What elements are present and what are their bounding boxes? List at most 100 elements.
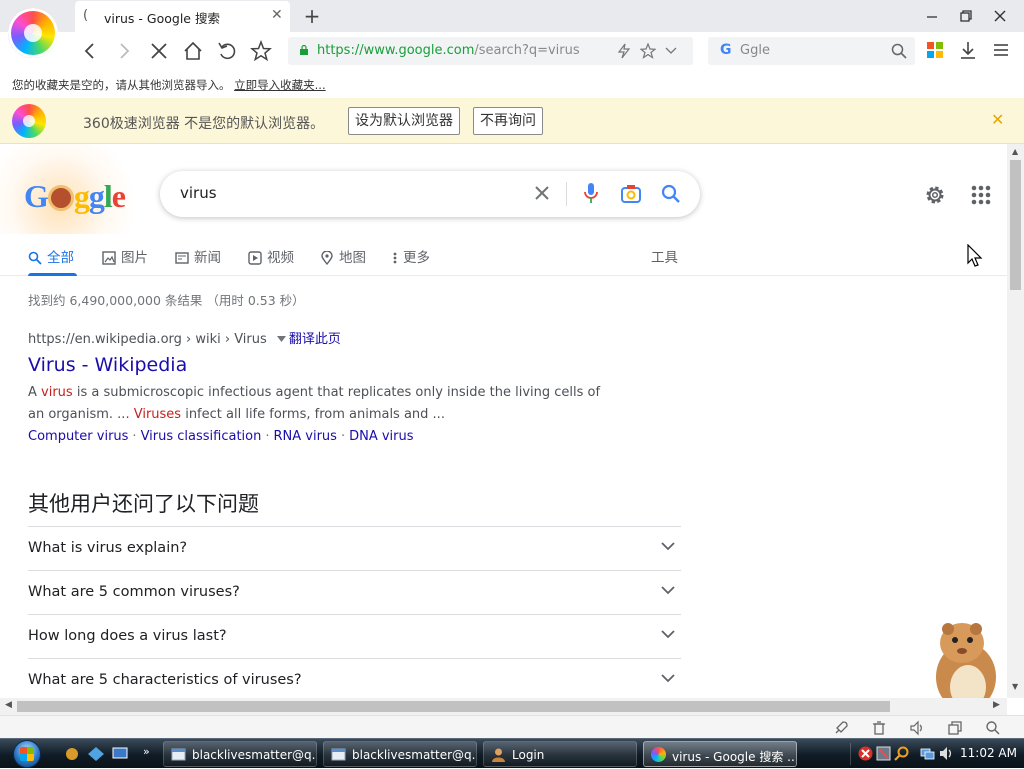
network-icon[interactable] (920, 746, 935, 761)
undo-icon (218, 42, 236, 60)
tab-maps[interactable]: 地图 (320, 246, 366, 270)
sitelink-dna-virus[interactable]: DNA virus (349, 429, 413, 444)
taskbar-button-login[interactable]: Login (483, 741, 637, 767)
sitelink-computer-virus[interactable]: Computer virus (28, 429, 128, 444)
sitelink-rna-virus[interactable]: RNA virus (274, 429, 337, 444)
scroll-down-arrow-icon: ▼ (1012, 682, 1019, 691)
search-icon[interactable] (660, 183, 682, 205)
new-tab-button[interactable]: + (302, 4, 322, 28)
lightning-icon[interactable] (617, 43, 631, 59)
home-button[interactable] (182, 40, 204, 62)
back-button[interactable] (79, 40, 101, 62)
taskbar-button-browser[interactable]: virus - Google 搜索 ... (643, 741, 797, 767)
image-icon (102, 251, 116, 265)
tab-more[interactable]: 更多 (392, 246, 430, 270)
infobar-close-icon[interactable]: ✕ (991, 110, 1004, 129)
quicklaunch-expand-icon[interactable]: » (143, 745, 150, 758)
undo-close-button[interactable] (216, 40, 238, 62)
google-search-box[interactable]: virus (160, 171, 700, 217)
address-bar[interactable]: https://www.google.com/search?q=virus (288, 37, 693, 65)
sitelink-virus-classification[interactable]: Virus classification (141, 429, 262, 444)
active-tab-indicator (28, 273, 77, 276)
news-icon (175, 252, 189, 264)
speaker-icon[interactable] (909, 720, 925, 736)
paa-item[interactable]: What are 5 common viruses? (28, 570, 681, 614)
search-query-input[interactable]: virus (180, 184, 217, 202)
forward-arrow-icon (120, 43, 130, 59)
tray-app-icon[interactable] (876, 746, 891, 761)
security-shield-icon[interactable] (858, 746, 873, 761)
tab-videos[interactable]: 视频 (248, 246, 294, 270)
bookmark-star-button[interactable] (250, 40, 272, 62)
search-box-divider (566, 182, 567, 206)
dont-ask-again-button[interactable]: 不再询问 (473, 107, 543, 135)
tools-button[interactable]: 工具 (651, 246, 678, 270)
minimize-icon (927, 16, 937, 18)
result-citation[interactable]: https://en.wikipedia.org › wiki › Virus … (28, 328, 648, 347)
result-snippet: A virus is a submicroscopic infectious a… (28, 385, 601, 422)
tab-images[interactable]: 图片 (102, 246, 148, 270)
volume-icon[interactable] (939, 746, 954, 761)
set-default-browser-button[interactable]: 设为默认浏览器 (348, 107, 460, 135)
search-engine-input[interactable]: G Ggle (708, 37, 915, 65)
clear-search-icon[interactable] (532, 183, 552, 203)
search-result: https://en.wikipedia.org › wiki › Virus … (28, 328, 648, 448)
zoom-search-icon[interactable] (985, 720, 1001, 736)
vertical-scroll-thumb (1010, 160, 1021, 290)
vertical-scrollbar[interactable]: ▲ ▼ (1007, 144, 1024, 698)
forward-button[interactable] (113, 40, 135, 62)
back-arrow-icon (84, 43, 94, 59)
home-icon (184, 41, 202, 60)
google-doodle-logo[interactable]: Gggle (24, 178, 126, 215)
taskbar-button-2[interactable]: blacklivesmatter@q... (323, 741, 477, 767)
taskbar-button-1[interactable]: blacklivesmatter@q... (163, 741, 317, 767)
window-restore-icon[interactable] (947, 720, 963, 736)
menu-icon[interactable] (992, 42, 1010, 58)
stop-button[interactable] (148, 40, 170, 62)
search-tabs: 全部 图片 新闻 视频 地图 更多 工具 (0, 240, 1007, 276)
paa-item[interactable]: How long does a virus last? (28, 614, 681, 658)
rocket-icon[interactable] (833, 720, 849, 736)
tab-news[interactable]: 新闻 (175, 246, 221, 270)
stop-icon (151, 43, 167, 59)
browser-logo-icon[interactable] (8, 8, 58, 58)
system-clock[interactable]: 11:02 AM (960, 746, 1017, 760)
paa-item[interactable]: What are 5 characteristics of viruses? (28, 658, 681, 698)
tab-all[interactable]: 全部 (28, 246, 74, 270)
lock-icon (300, 45, 308, 55)
microphone-icon[interactable] (583, 182, 599, 206)
browser-status-bar (0, 715, 1024, 738)
page-content: Gggle virus 全部 图片 新闻 视频 地图 更多 工具 找到约 6,4… (0, 144, 1007, 698)
browser-tab[interactable]: ( virus - Google 搜索 ✕ (75, 1, 290, 32)
chevron-down-icon[interactable] (665, 47, 677, 55)
paa-item[interactable]: What is virus explain? (28, 526, 681, 570)
result-title-link[interactable]: Virus - Wikipedia (28, 354, 648, 376)
doodle-face-icon (47, 185, 74, 211)
scroll-right-arrow-icon: ▶ (993, 700, 1000, 710)
settings-gear-icon[interactable] (923, 183, 947, 207)
extensions-icon[interactable] (926, 41, 944, 59)
tab-close-icon[interactable]: ✕ (271, 7, 283, 23)
tray-search-icon[interactable] (894, 746, 909, 761)
import-bookmarks-link[interactable]: 立即导入收藏夹... (234, 78, 325, 92)
camera-lens-icon[interactable] (620, 183, 642, 205)
start-button[interactable] (8, 739, 50, 769)
restore-button[interactable] (956, 6, 976, 26)
horizontal-scrollbar[interactable]: ◀ ▶ (0, 698, 1007, 715)
people-also-ask-heading: 其他用户还问了以下问题 (28, 492, 259, 516)
quicklaunch-app-icon[interactable] (64, 747, 80, 761)
download-icon[interactable] (959, 41, 977, 59)
favorite-star-icon[interactable] (640, 43, 656, 59)
minimize-button[interactable] (922, 6, 942, 26)
close-window-button[interactable] (990, 6, 1010, 26)
restore-icon (960, 10, 972, 22)
show-desktop-icon[interactable] (112, 747, 128, 761)
google-apps-icon[interactable] (970, 184, 992, 206)
quicklaunch-network-icon[interactable] (88, 747, 104, 761)
translate-page-link[interactable]: 翻译此页 (289, 332, 341, 347)
chevron-down-icon (661, 630, 675, 639)
loading-indicator: ( (83, 8, 89, 23)
trash-icon[interactable] (871, 720, 887, 736)
search-icon[interactable] (891, 43, 907, 59)
browser-icon (651, 747, 666, 762)
